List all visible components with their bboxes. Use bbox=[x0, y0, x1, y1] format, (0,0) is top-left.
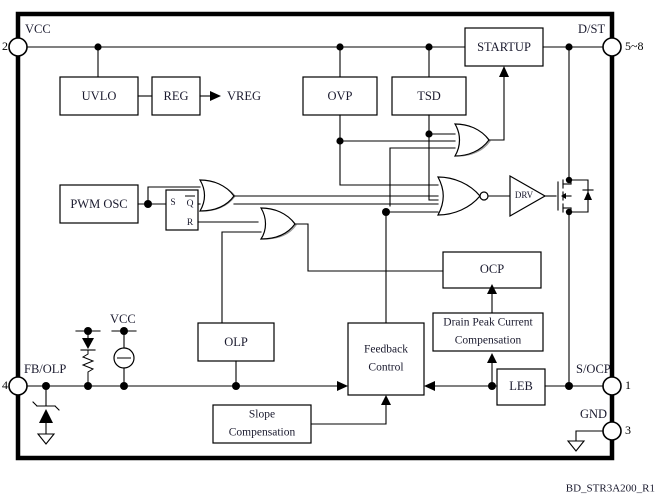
or-gate-pwm bbox=[198, 179, 236, 212]
uvlo-label: UVLO bbox=[82, 89, 117, 103]
body-diode-icon bbox=[584, 191, 592, 200]
leb-block: LEB bbox=[496, 368, 546, 406]
pwm-osc-block: PWM OSC bbox=[59, 184, 139, 224]
pin-vcc-circle bbox=[8, 37, 28, 57]
ocp-block: OCP bbox=[442, 251, 542, 289]
resistor-icon bbox=[81, 350, 95, 386]
leb-label: LEB bbox=[509, 379, 533, 393]
junction-socp bbox=[565, 382, 573, 390]
nor-gate-drive bbox=[436, 176, 489, 216]
power-mosfet bbox=[557, 176, 594, 387]
reg-block: REG bbox=[151, 76, 201, 116]
tsd-block: TSD bbox=[391, 76, 467, 116]
junction-feedback-nor bbox=[382, 208, 390, 216]
wire-orreset-in2 bbox=[221, 231, 262, 324]
gnd-connection bbox=[566, 430, 604, 452]
label-vcc-bottom: VCC bbox=[110, 312, 136, 326]
wire-orreset-out bbox=[294, 223, 444, 272]
drv-buffer: DRV bbox=[509, 174, 547, 218]
wire-feedback-to-nor bbox=[385, 211, 439, 324]
dpcc-label-line2: Compensation bbox=[455, 335, 522, 347]
label-d-st: D/ST bbox=[578, 22, 605, 36]
wire-or-startup-out bbox=[488, 71, 505, 141]
startup-label: STARTUP bbox=[477, 40, 531, 54]
latch-r-label: R bbox=[187, 218, 194, 228]
tsd-label: TSD bbox=[417, 89, 441, 103]
arrow-leb-dpcc-icon bbox=[487, 353, 497, 363]
latch-q-label: Q bbox=[187, 199, 194, 209]
wire-slope-to-feedback bbox=[310, 404, 387, 425]
feedback-label-line1: Feedback bbox=[364, 344, 408, 356]
fb-diode-resistor-branch bbox=[75, 327, 101, 386]
reg-label: REG bbox=[164, 89, 189, 103]
diagram-code-label: BD_STR3A200_R1 bbox=[566, 483, 655, 495]
pin-fbolp-circle bbox=[8, 376, 28, 396]
startup-block: STARTUP bbox=[464, 27, 544, 67]
vcc-current-source-branch: VCC bbox=[110, 312, 137, 387]
arrow-startup-enable-icon bbox=[499, 66, 509, 77]
slope-compensation-block: Slope Compensation bbox=[212, 404, 312, 444]
or-gate-latch-reset bbox=[259, 207, 297, 240]
olp-block: OLP bbox=[197, 322, 275, 362]
arrow-vreg-icon bbox=[210, 91, 221, 101]
vreg-label: VREG bbox=[227, 89, 261, 103]
drain-peak-current-compensation-block: Drain Peak Current Compensation bbox=[432, 312, 544, 352]
label-vcc-top: VCC bbox=[25, 22, 51, 36]
drv-label: DRV bbox=[515, 190, 534, 200]
pin-vcc-number: 2 bbox=[2, 39, 8, 53]
pin-gnd-circle bbox=[602, 421, 622, 441]
pwm-osc-label: PWM OSC bbox=[70, 197, 127, 211]
vcc-rail bbox=[26, 43, 466, 78]
slope-label-line2: Compensation bbox=[229, 427, 296, 439]
zener-diode-icon bbox=[39, 409, 53, 423]
arrow-fb-feedback-icon bbox=[337, 381, 348, 391]
label-fb-olp: FB/OLP bbox=[24, 362, 66, 376]
nor-bubble-icon bbox=[479, 191, 489, 201]
pin-socp-number: 1 bbox=[625, 378, 631, 392]
dpcc-label-line1: Drain Peak Current bbox=[443, 317, 533, 329]
gnd-triangle-icon bbox=[566, 440, 586, 452]
uvlo-block: UVLO bbox=[59, 76, 139, 116]
olp-label: OLP bbox=[224, 335, 248, 349]
ovp-block: OVP bbox=[302, 76, 378, 116]
ovp-label: OVP bbox=[327, 89, 352, 103]
arrow-slope-feedback-icon bbox=[381, 395, 391, 405]
pin-dst-circle bbox=[602, 37, 622, 57]
pin-fbolp-number: 4 bbox=[2, 378, 8, 392]
arrow-leb-feedback-icon bbox=[424, 381, 435, 391]
sr-latch-block: S Q R bbox=[165, 189, 199, 231]
label-gnd: GND bbox=[580, 407, 607, 421]
junction-leb-out bbox=[488, 382, 496, 390]
ocp-label: OCP bbox=[480, 262, 504, 276]
wire-tsd-to-nor bbox=[428, 133, 439, 201]
pin-socp-circle bbox=[602, 376, 622, 396]
or-gate-startup bbox=[453, 123, 491, 157]
label-s-ocp: S/OCP bbox=[576, 362, 611, 376]
feedback-label-line2: Control bbox=[368, 362, 403, 374]
fb-zener-to-ground bbox=[32, 385, 60, 445]
block-diagram-root: 2 VCC 4 FB/OLP 5~8 D/ST 1 S/OCP 3 GND UV… bbox=[0, 0, 660, 503]
feedback-control-block: Feedback Control bbox=[347, 322, 425, 396]
pin-gnd-number: 3 bbox=[625, 423, 631, 437]
ground-symbol-icon bbox=[36, 433, 56, 445]
slope-label-line1: Slope bbox=[249, 409, 275, 421]
latch-s-label: S bbox=[170, 198, 175, 208]
diode-icon bbox=[82, 338, 94, 349]
pin-dst-number: 5~8 bbox=[625, 39, 644, 53]
